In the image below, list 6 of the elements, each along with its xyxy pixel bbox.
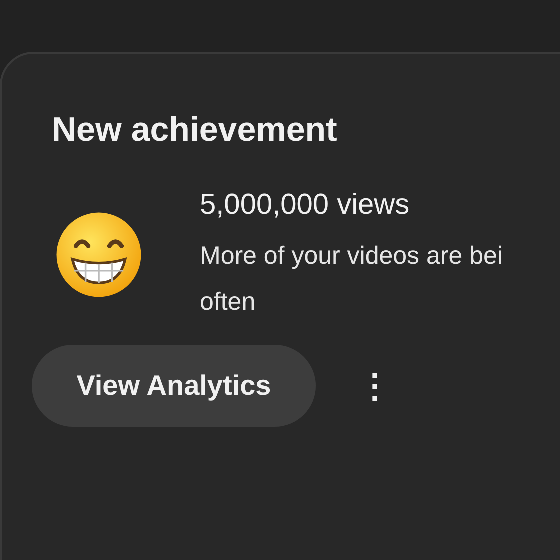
view-analytics-button[interactable]: View Analytics [32, 345, 316, 427]
card-title: New achievement [52, 110, 338, 151]
achievement-description: More of your videos are bei often [200, 241, 503, 318]
more-menu-button[interactable]: ⋮ [354, 366, 396, 406]
achievement-headline: 5,000,000 views [200, 188, 411, 223]
grinning-emoji-icon [55, 211, 143, 299]
